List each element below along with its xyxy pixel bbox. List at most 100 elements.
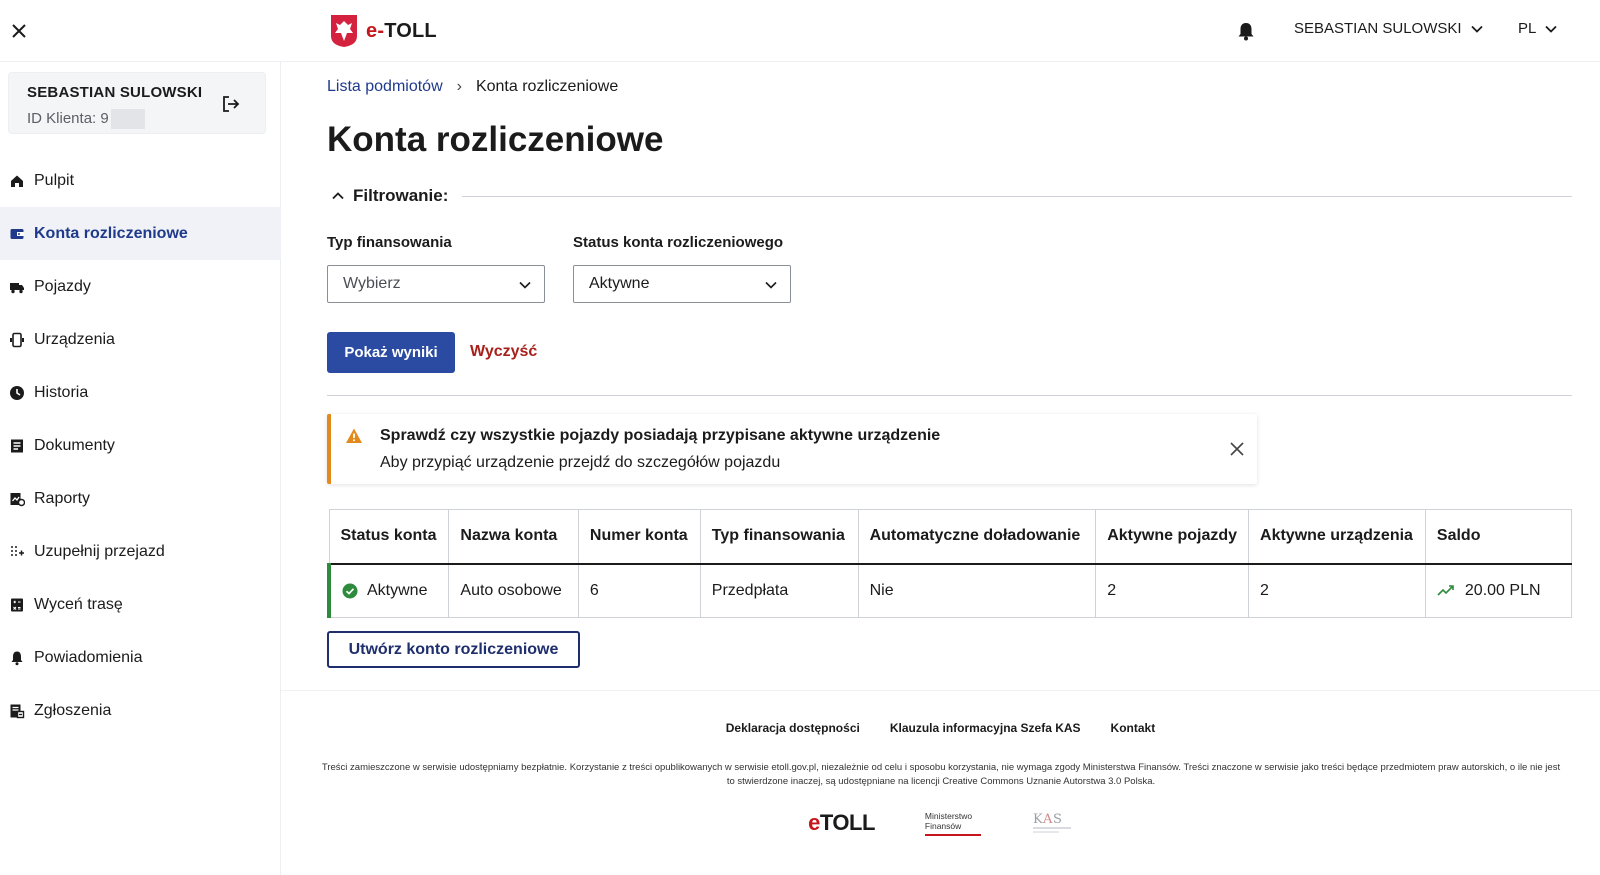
svg-text:S: S: [1053, 812, 1062, 827]
table-cell: Przedpłata: [700, 563, 859, 618]
sidebar-item-uzupelnij-przejazd[interactable]: Uzupełnij przejazd: [0, 525, 281, 578]
account-status-label: Status konta rozliczeniowego: [573, 234, 784, 251]
user-menu-name: SEBASTIAN SULOWSKI: [1294, 20, 1462, 37]
table-cell: Nie: [858, 563, 1097, 618]
sidebar-item-label: Pojazdy: [34, 277, 91, 295]
sidebar-item-zgloszenia[interactable]: Zgłoszenia: [0, 684, 281, 737]
close-icon[interactable]: [8, 20, 30, 42]
ministry-finance-logo[interactable]: Ministerstwo Finansów: [924, 810, 981, 836]
table-header-row: Status konta Nazwa konta Numer konta Typ…: [329, 509, 1572, 565]
etoll-footer-logo[interactable]: eTOLL: [808, 810, 875, 836]
kas-logo[interactable]: KAS: [1031, 809, 1073, 837]
account-status-value: Aktywne: [589, 275, 650, 292]
user-menu[interactable]: SEBASTIAN SULOWSKI: [1294, 20, 1484, 37]
financing-type-value: Wybierz: [343, 275, 401, 292]
etoll-logo[interactable]: e-TOLL: [330, 13, 437, 49]
sidebar-item-urzadzenia[interactable]: Urządzenia: [0, 313, 281, 366]
column-header: Nazwa konta: [448, 509, 579, 565]
sidebar-item-label: Konta rozliczeniowe: [34, 224, 188, 242]
route-fill-icon: [11, 545, 24, 556]
sidebar-item-wycen-trase[interactable]: Wyceń trasę: [0, 578, 281, 631]
home-icon: [11, 175, 23, 187]
table-row[interactable]: Aktywne Auto osobowe 6 Przedpłata Nie 2 …: [327, 563, 1572, 618]
column-header: Typ finansowania: [700, 509, 859, 565]
financing-type-label: Typ finansowania: [327, 234, 452, 251]
sidebar-item-label: Urządzenia: [34, 330, 115, 348]
footer-link-accessibility[interactable]: Deklaracja dostępności: [726, 721, 860, 735]
column-header: Aktywne pojazdy: [1095, 509, 1250, 565]
sidebar-item-pojazdy[interactable]: Pojazdy: [0, 260, 281, 313]
chevron-down-icon: [519, 281, 531, 289]
language-label: PL: [1518, 20, 1537, 37]
section-divider: [327, 395, 1572, 396]
alert-title: Sprawdź czy wszystkie pojazdy posiadają …: [380, 427, 941, 444]
column-header: Status konta: [329, 509, 450, 565]
close-icon[interactable]: [1228, 440, 1246, 458]
sidebar-item-konta-rozliczeniowe[interactable]: Konta rozliczeniowe: [0, 207, 281, 260]
column-header: Saldo: [1425, 509, 1572, 565]
sidebar-item-raporty[interactable]: Raporty: [0, 472, 281, 525]
report-icon: [10, 492, 25, 506]
page-title: Konta rozliczeniowe: [327, 120, 664, 159]
ministry-finance-logo-text: Ministerstwo Finansów: [924, 810, 973, 831]
check-circle-icon: [342, 583, 358, 599]
account-status-select[interactable]: Aktywne: [573, 265, 791, 303]
filter-toggle[interactable]: Filtrowanie:: [331, 186, 1572, 206]
table-cell: 2: [1095, 563, 1250, 618]
logo-prefix: e-: [366, 19, 385, 42]
ticket-icon: [10, 704, 25, 718]
etoll-footer-logo-mark: e: [808, 810, 820, 835]
footer-note: Treści zamieszczone w serwisie udostępni…: [321, 762, 1561, 787]
sidebar-item-label: Dokumenty: [34, 436, 115, 454]
sidebar-item-historia[interactable]: Historia: [0, 366, 281, 419]
top-bar: e-TOLL SEBASTIAN SULOWSKI PL: [0, 0, 1600, 62]
sidebar-item-label: Historia: [34, 383, 89, 401]
footer-link-kas-clause[interactable]: Klauzula informacyjna Szefa KAS: [890, 721, 1081, 735]
chevron-down-icon: [765, 281, 777, 289]
sidebar-nav: Pulpit Konta rozliczeniowe Pojazdy Urząd…: [0, 154, 281, 737]
document-icon: [11, 439, 23, 452]
breadcrumb-link[interactable]: Lista podmiotów: [327, 78, 443, 96]
financing-type-select[interactable]: Wybierz: [327, 265, 545, 303]
footer-links: Deklaracja dostępności Klauzula informac…: [281, 721, 1600, 735]
create-account-button[interactable]: Utwórz konto rozliczeniowe: [327, 631, 580, 668]
truck-icon: [10, 282, 24, 293]
logout-icon[interactable]: [220, 93, 242, 115]
sidebar-item-pulpit[interactable]: Pulpit: [0, 154, 281, 207]
accounts-table: Status konta Nazwa konta Numer konta Typ…: [327, 509, 1572, 618]
table-cell: Auto osobowe: [448, 563, 579, 618]
bell-icon[interactable]: [1235, 20, 1257, 42]
breadcrumb: Lista podmiotów › Konta rozliczeniowe: [327, 78, 618, 96]
sidebar-item-label: Zgłoszenia: [34, 701, 112, 719]
sidebar-item-dokumenty[interactable]: Dokumenty: [0, 419, 281, 472]
wallet-icon: [10, 228, 24, 239]
language-menu[interactable]: PL: [1518, 20, 1558, 37]
warning-icon: [346, 428, 362, 443]
kas-logo-icon: KAS: [1032, 812, 1071, 833]
client-id-label: ID Klienta: 9: [27, 109, 109, 127]
sidebar: SEBASTIAN SULOWSKI ID Klienta: 9 Pulpit …: [0, 62, 281, 875]
device-icon: [10, 332, 24, 347]
footer-logos: eTOLL Ministerstwo Finansów KAS: [281, 809, 1600, 837]
column-header: Numer konta: [578, 509, 701, 565]
chevron-down-icon: [1545, 25, 1557, 33]
footer-link-contact[interactable]: Kontakt: [1111, 721, 1156, 735]
logo-text: TOLL: [384, 19, 437, 42]
column-header: Automatyczne doładowanie: [858, 509, 1097, 565]
filter-divider: [462, 195, 1572, 197]
sidebar-item-label: Powiadomienia: [34, 648, 143, 666]
coat-of-arms-icon: [331, 15, 357, 47]
alert-text: Aby przypiąć urządzenie przejdź do szcze…: [380, 454, 781, 471]
show-results-button[interactable]: Pokaż wyniki: [327, 332, 455, 373]
sidebar-item-label: Raporty: [34, 489, 91, 507]
chevron-up-icon: [332, 192, 344, 200]
breadcrumb-separator-icon: ›: [456, 78, 462, 95]
sidebar-item-label: Pulpit: [34, 171, 75, 189]
status-text: Aktywne: [367, 581, 428, 599]
clear-filters-button[interactable]: Wyczyść: [470, 343, 537, 361]
svg-text:K: K: [1033, 812, 1043, 827]
sidebar-item-powiadomienia[interactable]: Powiadomienia: [0, 631, 281, 684]
footer: Deklaracja dostępności Klauzula informac…: [281, 690, 1600, 875]
table-cell: 6: [578, 563, 701, 618]
user-card: SEBASTIAN SULOWSKI ID Klienta: 9: [8, 72, 266, 134]
